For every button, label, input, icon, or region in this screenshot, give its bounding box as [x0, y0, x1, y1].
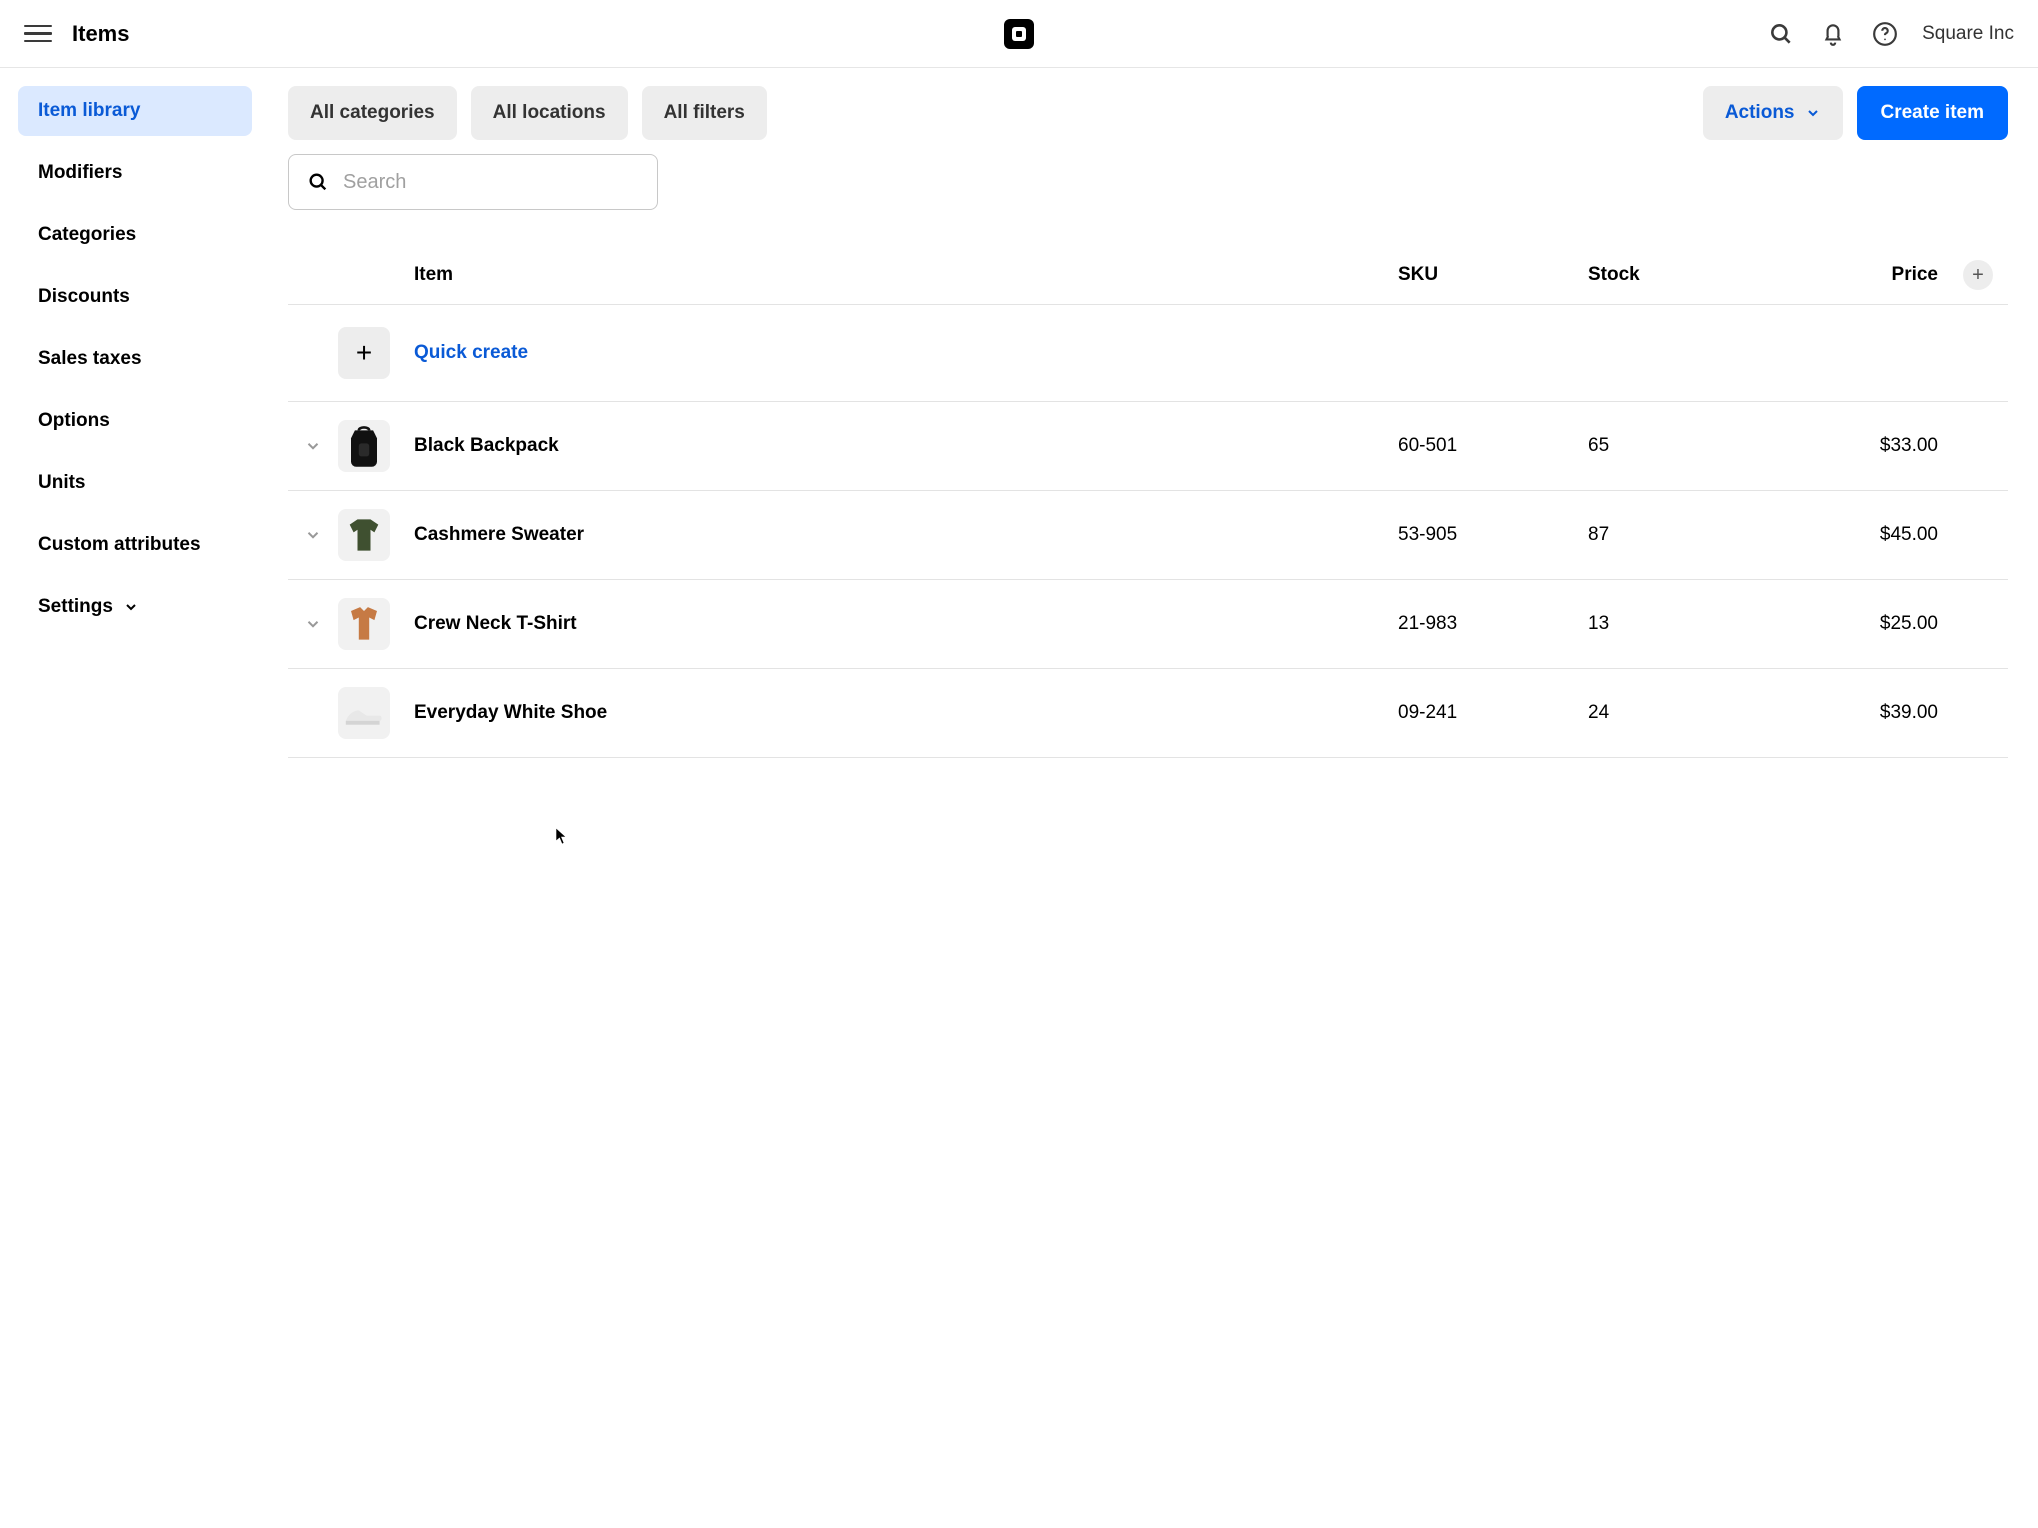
item-sku: 60-501	[1398, 435, 1588, 457]
expand-row-button[interactable]	[288, 526, 338, 544]
search-field-wrapper[interactable]	[288, 154, 658, 210]
quick-create-label[interactable]: Quick create	[408, 342, 1398, 364]
chevron-down-icon	[1805, 105, 1821, 121]
item-sku: 09-241	[1398, 702, 1588, 724]
help-icon[interactable]	[1870, 19, 1900, 49]
sidebar-item-label: Categories	[38, 224, 136, 246]
add-column-button[interactable]: +	[1963, 260, 1993, 290]
main-content: All categories All locations All filters…	[270, 68, 2038, 798]
sidebar-item-options[interactable]: Options	[18, 396, 252, 446]
table-row[interactable]: Crew Neck T-Shirt21-98313$25.00	[288, 580, 2008, 669]
sidebar-item-label: Settings	[38, 596, 113, 618]
expand-row-button[interactable]	[288, 437, 338, 455]
quick-create-row[interactable]: + Quick create	[288, 305, 2008, 402]
plus-icon[interactable]: +	[338, 327, 390, 379]
table-header: Item SKU Stock Price +	[288, 246, 2008, 305]
bell-icon[interactable]	[1818, 19, 1848, 49]
col-header-item: Item	[408, 264, 1398, 286]
col-header-sku: SKU	[1398, 264, 1588, 286]
chevron-down-icon	[304, 437, 322, 455]
search-icon[interactable]	[1766, 19, 1796, 49]
item-table: Item SKU Stock Price + + Quick create Bl…	[288, 246, 2008, 758]
table-row[interactable]: Everyday White Shoe09-24124$39.00	[288, 669, 2008, 758]
sidebar-item-item-library[interactable]: Item library	[18, 86, 252, 136]
filter-all-button[interactable]: All filters	[642, 86, 767, 140]
chevron-down-icon	[123, 599, 139, 615]
item-stock: 24	[1588, 702, 1778, 724]
sidebar-item-label: Custom attributes	[38, 534, 201, 556]
expand-row-button[interactable]	[288, 615, 338, 633]
sidebar-item-modifiers[interactable]: Modifiers	[18, 148, 252, 198]
create-item-button[interactable]: Create item	[1857, 86, 2009, 140]
item-thumbnail	[338, 598, 390, 650]
sidebar-item-label: Sales taxes	[38, 348, 142, 370]
item-thumbnail	[338, 420, 390, 472]
filter-categories-button[interactable]: All categories	[288, 86, 457, 140]
chevron-down-icon	[304, 615, 322, 633]
table-row[interactable]: Cashmere Sweater53-90587$45.00	[288, 491, 2008, 580]
sidebar-item-label: Options	[38, 410, 110, 432]
item-thumbnail	[338, 687, 390, 739]
sidebar-item-categories[interactable]: Categories	[18, 210, 252, 260]
sidebar-item-custom-attributes[interactable]: Custom attributes	[18, 520, 252, 570]
item-stock: 87	[1588, 524, 1778, 546]
item-name: Black Backpack	[408, 435, 1398, 457]
search-input[interactable]	[343, 171, 639, 194]
item-name: Cashmere Sweater	[408, 524, 1398, 546]
page-title: Items	[72, 21, 129, 47]
item-sku: 21-983	[1398, 613, 1588, 635]
item-price: $39.00	[1778, 702, 1948, 724]
col-header-stock: Stock	[1588, 264, 1778, 286]
topbar: Items Square Inc	[0, 0, 2038, 68]
sidebar-item-sales-taxes[interactable]: Sales taxes	[18, 334, 252, 384]
table-row[interactable]: Black Backpack60-50165$33.00	[288, 402, 2008, 491]
item-stock: 13	[1588, 613, 1778, 635]
actions-label: Actions	[1725, 102, 1795, 124]
item-thumbnail	[338, 509, 390, 561]
sidebar-item-label: Units	[38, 472, 86, 494]
col-header-price: Price	[1778, 264, 1948, 286]
sidebar-item-label: Item library	[38, 100, 140, 122]
company-name[interactable]: Square Inc	[1922, 23, 2014, 45]
filter-locations-button[interactable]: All locations	[471, 86, 628, 140]
mouse-cursor-icon	[555, 827, 569, 845]
sidebar-item-settings[interactable]: Settings	[18, 582, 252, 632]
sidebar-item-discounts[interactable]: Discounts	[18, 272, 252, 322]
sidebar-item-label: Discounts	[38, 286, 130, 308]
search-icon	[307, 171, 329, 193]
item-price: $33.00	[1778, 435, 1948, 457]
square-logo-icon[interactable]	[1004, 19, 1034, 49]
item-name: Crew Neck T-Shirt	[408, 613, 1398, 635]
item-stock: 65	[1588, 435, 1778, 457]
actions-button[interactable]: Actions	[1703, 86, 1843, 140]
sidebar-item-units[interactable]: Units	[18, 458, 252, 508]
sidebar-item-label: Modifiers	[38, 162, 122, 184]
sidebar: Item library Modifiers Categories Discounts…	[0, 68, 270, 798]
chevron-down-icon	[304, 526, 322, 544]
menu-icon[interactable]	[24, 20, 52, 48]
item-sku: 53-905	[1398, 524, 1588, 546]
item-price: $45.00	[1778, 524, 1948, 546]
item-name: Everyday White Shoe	[408, 702, 1398, 724]
item-price: $25.00	[1778, 613, 1948, 635]
